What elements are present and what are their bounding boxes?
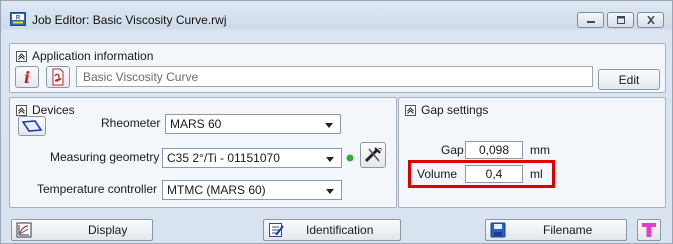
geometry-tool-icon: ? [364, 147, 382, 163]
filename-button[interactable]: Filename [485, 219, 627, 241]
window-title: Job Editor: Basic Viscosity Curve.rwj [32, 13, 227, 27]
maximize-icon [616, 16, 625, 24]
application-info-title: Application information [32, 49, 154, 63]
identification-icon [269, 223, 284, 237]
rheometer-device-button[interactable] [18, 116, 46, 136]
temperature-label: Temperature controller [37, 182, 158, 196]
application-name-field[interactable]: Basic Viscosity Curve [76, 66, 593, 87]
close-icon [646, 16, 655, 24]
chevron-down-icon [326, 189, 334, 194]
edit-button[interactable]: Edit [598, 69, 660, 90]
temperature-select[interactable]: MTMC (MARS 60) [162, 180, 342, 200]
temperature-select-value: MTMC (MARS 60) [167, 183, 266, 197]
chevron-down-icon [326, 157, 334, 162]
display-button[interactable]: Display [11, 219, 153, 241]
chevron-down-icon [325, 123, 333, 128]
geometry-select[interactable]: C35 2°/Ti - 01151070 [162, 148, 342, 168]
app-icon: R [10, 12, 26, 26]
geometry-label: Measuring geometry [50, 150, 160, 164]
volume-unit: ml [530, 167, 543, 181]
collapse-icon [16, 104, 27, 116]
rheometer-select-value: MARS 60 [170, 117, 222, 131]
template-icon [642, 223, 656, 237]
info-icon: i [24, 68, 30, 86]
devices-header[interactable]: Devices [16, 103, 75, 117]
title-bar: R Job Editor: Basic Viscosity Curve.rwj [1, 1, 672, 35]
gap-settings-panel: Gap settings Gap 0,098 mm Volume 0,4 ml [398, 97, 666, 208]
display-icon [16, 222, 32, 238]
collapse-icon [405, 104, 416, 116]
rheometer-select[interactable]: MARS 60 [165, 114, 341, 134]
svg-text:?: ? [378, 148, 382, 155]
devices-panel: Devices Rheometer MARS 60 Measuring geom… [9, 97, 397, 208]
volume-value-field[interactable]: 0,4 [465, 165, 523, 183]
collapse-icon [16, 50, 27, 62]
info-button[interactable]: i [15, 66, 39, 88]
application-info-panel: Application information i Basic Viscosit… [9, 43, 666, 93]
template-button[interactable] [637, 219, 661, 241]
gap-settings-title: Gap settings [421, 103, 489, 117]
minimize-button[interactable] [577, 12, 604, 28]
pdf-icon [52, 68, 64, 86]
rheometer-label: Rheometer [101, 116, 161, 130]
job-editor-window: R Job Editor: Basic Viscosity Curve.rwj … [0, 0, 673, 244]
gap-label: Gap [441, 143, 464, 157]
identification-button[interactable]: Identification [263, 219, 401, 241]
gap-settings-header[interactable]: Gap settings [405, 103, 488, 117]
devices-title: Devices [32, 103, 75, 117]
identification-label: Identification [306, 223, 374, 237]
save-icon [490, 222, 506, 238]
gap-value-field[interactable]: 0,098 [465, 141, 523, 159]
display-label: Display [88, 223, 128, 237]
application-info-header[interactable]: Application information [16, 49, 153, 63]
geometry-tool-button[interactable]: ? [360, 142, 386, 168]
status-indicator-icon [346, 154, 354, 162]
gap-unit: mm [530, 143, 550, 157]
svg-text:i: i [24, 68, 30, 86]
geometry-select-value: C35 2°/Ti - 01151070 [167, 151, 280, 165]
maximize-button[interactable] [607, 12, 634, 28]
filename-label: Filename [543, 223, 593, 237]
volume-label: Volume [417, 167, 458, 181]
close-button[interactable] [637, 12, 664, 28]
svg-text:R: R [16, 16, 21, 22]
minimize-icon [586, 21, 595, 23]
rheometer-icon [21, 120, 43, 132]
pdf-button[interactable] [46, 66, 70, 88]
